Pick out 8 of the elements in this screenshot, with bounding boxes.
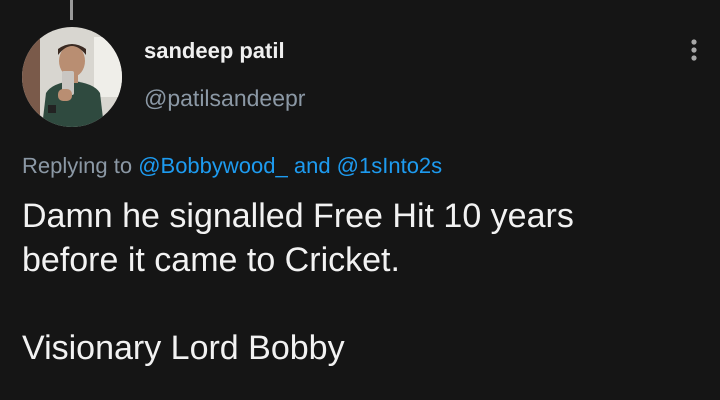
mention-link[interactable]: @1sInto2s bbox=[336, 153, 442, 178]
mention-link[interactable]: @Bobbywood_ bbox=[138, 153, 288, 178]
author-name[interactable]: sandeep patil bbox=[144, 34, 690, 67]
author-handle[interactable]: @patilsandeepr bbox=[144, 81, 690, 116]
tweet-text: Visionary Lord Bobby bbox=[22, 328, 346, 369]
tweet-text: Damn he signalled Free Hit 10 years before it came to Cricket. bbox=[22, 196, 575, 281]
reply-context: Replying to @Bobbywood_ and @1sInto2s bbox=[22, 152, 444, 180]
more-options-icon[interactable] bbox=[690, 38, 698, 62]
